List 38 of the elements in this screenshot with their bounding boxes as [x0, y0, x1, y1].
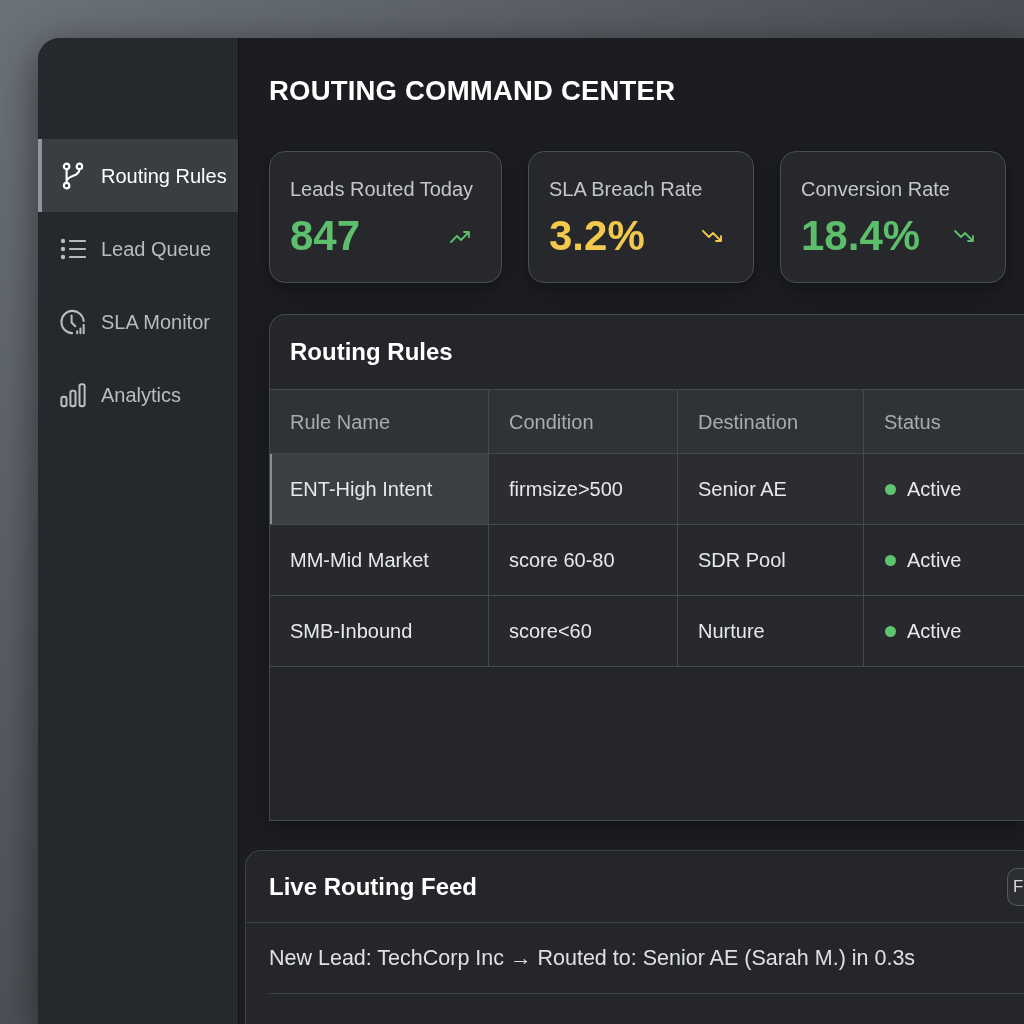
table-cell: score<60: [489, 596, 678, 666]
table-cell: MM-Mid Market: [270, 525, 489, 595]
column-header[interactable]: Condition: [489, 390, 678, 453]
list-icon: [60, 237, 86, 260]
status-label: Active: [907, 477, 962, 502]
status-label: Active: [907, 619, 962, 644]
status-label: Active: [907, 548, 962, 573]
table-cell: SDR Pool: [678, 525, 864, 595]
panel-title: Routing Rules: [290, 337, 453, 367]
bar-chart-icon: [60, 381, 86, 408]
branch-icon: [62, 161, 84, 190]
feed-entry: New Lead: TechCorp Inc → Routed to: Senior AE (Sarah M.) in 0.3s: [269, 944, 916, 972]
stat-value: 18.4%: [801, 211, 921, 261]
column-header[interactable]: Status: [864, 390, 1024, 453]
column-header[interactable]: Rule Name: [270, 390, 489, 453]
stat-value: 3.2%: [549, 211, 645, 261]
table-cell: firmsize>500: [489, 454, 678, 524]
table-cell: SMB-Inbound: [270, 596, 489, 666]
table-cell: Senior AE: [678, 454, 864, 524]
table-cell: ENT-High Intent: [270, 454, 489, 524]
trend-up-icon: [450, 229, 471, 243]
nav-item[interactable]: Routing Rules: [38, 139, 238, 212]
nav-item[interactable]: SLA Monitor: [38, 285, 238, 358]
stat-label: SLA Breach Rate: [549, 177, 703, 201]
panel-button[interactable]: F: [1007, 867, 1024, 906]
trend-down-icon: [954, 229, 975, 243]
stat-value: 847: [290, 211, 361, 261]
trend-down-icon: [702, 229, 723, 243]
page-title: ROUTING COMMAND CENTER: [269, 75, 676, 107]
table-cell: Nurture: [678, 596, 864, 666]
panel-title: Live Routing Feed: [269, 871, 477, 902]
nav-item[interactable]: Lead Queue: [38, 212, 238, 285]
clock-icon: [60, 307, 86, 336]
stat-label: Leads Routed Today: [290, 177, 474, 201]
table-cell: score 60-80: [489, 525, 678, 595]
column-header[interactable]: Destination: [678, 390, 864, 453]
stat-label: Conversion Rate: [801, 177, 950, 201]
nav-item[interactable]: Analytics: [38, 358, 238, 431]
